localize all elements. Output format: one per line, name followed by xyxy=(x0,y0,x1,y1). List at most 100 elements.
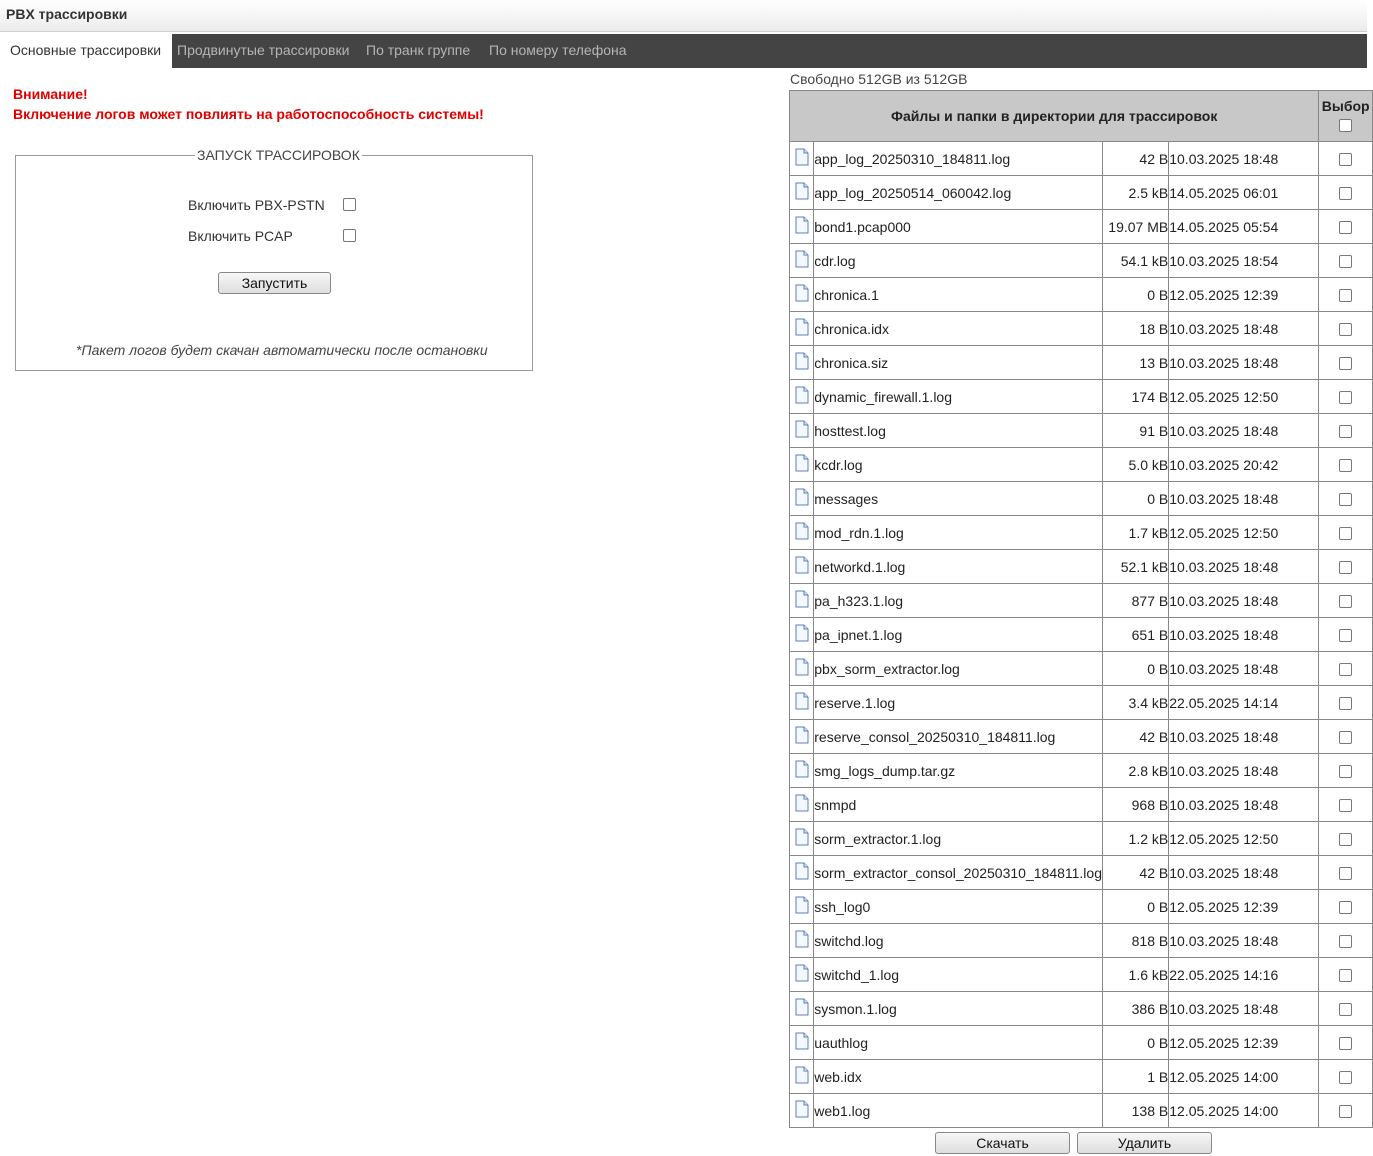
file-row: smg_logs_dump.tar.gz 2.8 kB 10.03.2025 18:… xyxy=(788,753,1373,788)
file-select-checkbox[interactable] xyxy=(1339,595,1353,609)
file-select-checkbox[interactable] xyxy=(1339,221,1353,235)
file-select-checkbox[interactable] xyxy=(1339,799,1353,813)
file-date: 10.03.2025 18:48 xyxy=(1168,549,1320,584)
file-select-checkbox[interactable] xyxy=(1339,731,1353,745)
file-select-checkbox[interactable] xyxy=(1339,901,1353,915)
file-select-checkbox[interactable] xyxy=(1339,459,1353,473)
select-all-checkbox[interactable] xyxy=(1339,118,1353,132)
file-size: 42 B xyxy=(1102,141,1170,176)
file-icon xyxy=(795,692,809,713)
file-select-checkbox[interactable] xyxy=(1339,1003,1353,1017)
file-icon xyxy=(795,556,809,577)
file-select-cell xyxy=(1318,549,1373,584)
file-select-cell xyxy=(1318,651,1373,686)
tab-phone-number[interactable]: По номеру телефона xyxy=(489,34,627,68)
file-select-checkbox[interactable] xyxy=(1339,833,1353,847)
file-name: chronica.siz xyxy=(813,345,1104,380)
file-name: ssh_log0 xyxy=(813,889,1104,924)
file-name: cdr.log xyxy=(813,243,1104,278)
file-select-cell xyxy=(1318,753,1373,788)
file-select-checkbox[interactable] xyxy=(1339,867,1353,881)
file-select-checkbox[interactable] xyxy=(1339,697,1353,711)
file-size: 13 B xyxy=(1102,345,1170,380)
file-select-checkbox[interactable] xyxy=(1339,357,1353,371)
file-icon-cell xyxy=(788,141,815,176)
file-select-checkbox[interactable] xyxy=(1339,425,1353,439)
tab-basic-traces[interactable]: Основные трассировки xyxy=(0,34,173,68)
file-icon xyxy=(795,590,809,611)
file-select-cell xyxy=(1318,243,1373,278)
file-size: 2.5 kB xyxy=(1102,175,1170,210)
file-icon xyxy=(795,828,809,849)
file-size: 877 B xyxy=(1102,583,1170,618)
file-size: 52.1 kB xyxy=(1102,549,1170,584)
file-select-checkbox[interactable] xyxy=(1339,289,1353,303)
file-name: chronica.idx xyxy=(813,311,1104,346)
file-icon-cell xyxy=(788,447,815,482)
file-name: chronica.1 xyxy=(813,277,1104,312)
file-date: 10.03.2025 18:48 xyxy=(1168,923,1320,958)
file-icon xyxy=(795,964,809,985)
file-select-checkbox[interactable] xyxy=(1339,1037,1353,1051)
file-date: 12.05.2025 12:39 xyxy=(1168,277,1320,312)
file-select-checkbox[interactable] xyxy=(1339,323,1353,337)
files-table-header: Файлы и папки в директории для трассиров… xyxy=(788,90,1373,142)
trace-start-panel xyxy=(15,155,533,371)
start-button[interactable]: Запустить xyxy=(218,272,331,294)
file-icon xyxy=(795,386,809,407)
file-icon-cell xyxy=(788,991,815,1026)
file-select-checkbox[interactable] xyxy=(1339,969,1353,983)
file-icon-cell xyxy=(788,481,815,516)
file-name: networkd.1.log xyxy=(813,549,1104,584)
file-icon xyxy=(795,658,809,679)
download-button[interactable]: Скачать xyxy=(935,1132,1070,1154)
pbx-pstn-label: Включить PBX-PSTN xyxy=(188,197,325,213)
file-select-checkbox[interactable] xyxy=(1339,527,1353,541)
file-size: 174 B xyxy=(1102,379,1170,414)
file-select-checkbox[interactable] xyxy=(1339,187,1353,201)
file-icon xyxy=(795,182,809,203)
file-select-checkbox[interactable] xyxy=(1339,765,1353,779)
file-icon-cell xyxy=(788,685,815,720)
file-size: 1.2 kB xyxy=(1102,821,1170,856)
file-icon-cell xyxy=(788,617,815,652)
file-select-cell xyxy=(1318,583,1373,618)
file-size: 1 B xyxy=(1102,1059,1170,1094)
file-size: 651 B xyxy=(1102,617,1170,652)
file-select-checkbox[interactable] xyxy=(1339,153,1353,167)
file-date: 10.03.2025 18:48 xyxy=(1168,413,1320,448)
file-icon-cell xyxy=(788,719,815,754)
file-size: 42 B xyxy=(1102,855,1170,890)
pcap-checkbox[interactable] xyxy=(343,229,356,242)
file-select-checkbox[interactable] xyxy=(1339,1105,1353,1119)
file-select-checkbox[interactable] xyxy=(1339,935,1353,949)
tab-trunk-group[interactable]: По транк группе xyxy=(366,34,470,68)
file-name: pa_h323.1.log xyxy=(813,583,1104,618)
file-row: web.idx 1 B 12.05.2025 14:00 xyxy=(788,1059,1373,1094)
file-row: app_log_20250514_060042.log 2.5 kB 14.05.2… xyxy=(788,175,1373,210)
file-select-checkbox[interactable] xyxy=(1339,629,1353,643)
file-select-cell xyxy=(1318,685,1373,720)
file-select-checkbox[interactable] xyxy=(1339,663,1353,677)
tab-advanced-traces[interactable]: Продвинутые трассировки xyxy=(177,34,349,68)
delete-button[interactable]: Удалить xyxy=(1077,1132,1212,1154)
file-select-checkbox[interactable] xyxy=(1339,493,1353,507)
file-name: web1.log xyxy=(813,1093,1104,1128)
file-select-checkbox[interactable] xyxy=(1339,391,1353,405)
file-name: bond1.pcap000 xyxy=(813,209,1104,244)
file-select-checkbox[interactable] xyxy=(1339,255,1353,269)
file-icon-cell xyxy=(788,583,815,618)
pcap-label: Включить PCAP xyxy=(188,228,293,244)
file-name: pa_ipnet.1.log xyxy=(813,617,1104,652)
auto-download-note: *Пакет логов будет скачан автоматически … xyxy=(76,342,488,358)
file-icon xyxy=(795,760,809,781)
file-date: 22.05.2025 14:16 xyxy=(1168,957,1320,992)
file-row: ssh_log0 0 B 12.05.2025 12:39 xyxy=(788,889,1373,924)
file-row: chronica.1 0 B 12.05.2025 12:39 xyxy=(788,277,1373,312)
pbx-pstn-checkbox[interactable] xyxy=(343,198,356,211)
file-select-checkbox[interactable] xyxy=(1339,561,1353,575)
file-date: 10.03.2025 18:54 xyxy=(1168,243,1320,278)
file-row: chronica.idx 18 B 10.03.2025 18:48 xyxy=(788,311,1373,346)
file-date: 12.05.2025 12:50 xyxy=(1168,821,1320,856)
file-select-checkbox[interactable] xyxy=(1339,1071,1353,1085)
